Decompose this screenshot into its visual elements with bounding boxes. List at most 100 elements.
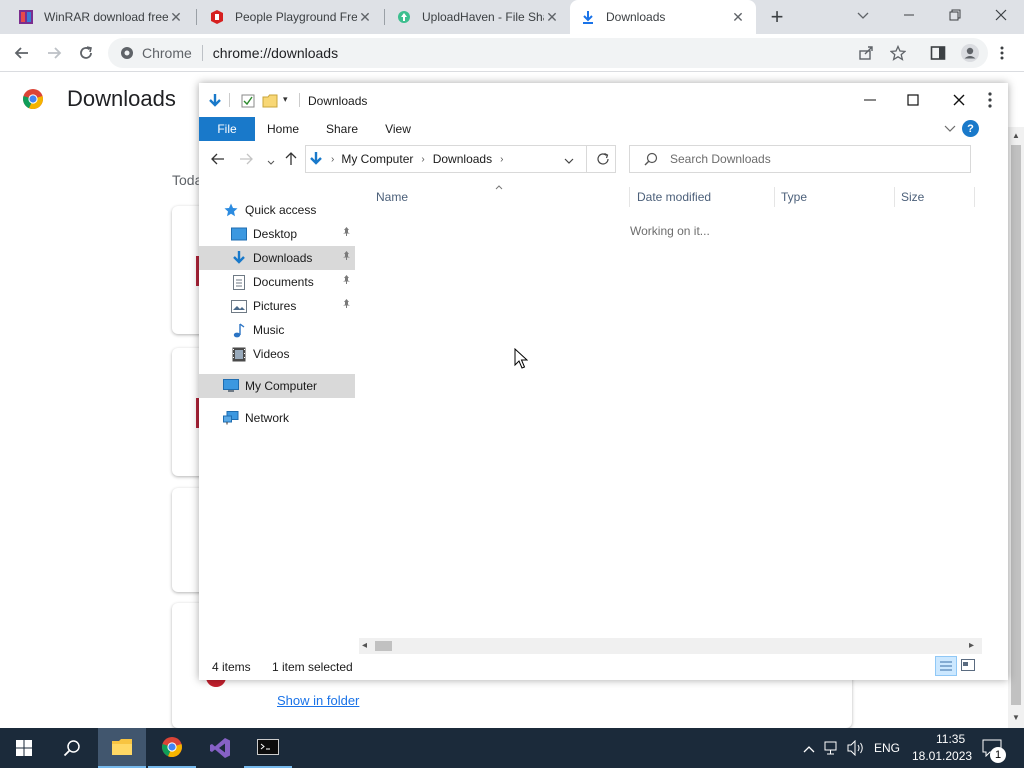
breadcrumb-my-computer[interactable]: My Computer [341, 152, 413, 166]
show-in-folder-link[interactable]: Show in folder [277, 693, 359, 708]
up-arrow-icon[interactable] [285, 152, 297, 169]
scroll-left-arrow-icon[interactable]: ◂ [362, 640, 367, 651]
nav-my-computer[interactable]: My Computer [199, 374, 355, 398]
column-header-date-modified[interactable]: Date modified [631, 187, 775, 207]
address-divider [201, 45, 203, 61]
close-icon[interactable]: ✕ [730, 9, 746, 26]
taskbar-app-chrome[interactable] [148, 728, 196, 768]
horizontal-scrollbar[interactable]: ◂ ▸ [359, 638, 982, 654]
properties-icon[interactable] [241, 94, 255, 111]
download-arrow-icon [231, 250, 247, 266]
close-icon[interactable]: ✕ [168, 9, 184, 26]
reload-button[interactable] [74, 42, 98, 64]
nav-label: Quick access [245, 203, 317, 217]
details-view-icon[interactable] [935, 656, 957, 676]
nav-item-downloads[interactable]: Downloads [199, 246, 355, 270]
more-vert-icon[interactable] [987, 92, 993, 111]
tab-home[interactable]: Home [257, 117, 309, 141]
volume-icon[interactable] [847, 739, 865, 759]
clock-date[interactable]: 18.01.2023 [912, 749, 972, 763]
back-arrow-icon[interactable] [211, 153, 225, 168]
tab-winrar[interactable]: WinRAR download free and support: WinRAR… [8, 0, 194, 34]
show-hidden-icons-chevron-icon[interactable] [803, 742, 815, 756]
restore-button[interactable] [932, 0, 978, 30]
download-icon [580, 9, 596, 25]
nav-label: Downloads [253, 251, 313, 265]
side-panel-button[interactable] [926, 42, 950, 64]
visual-studio-icon [210, 738, 230, 758]
music-icon [231, 322, 247, 338]
menu-button[interactable] [990, 42, 1014, 64]
close-icon[interactable]: ✕ [357, 9, 373, 26]
search-box[interactable]: Search Downloads [629, 145, 971, 173]
language-indicator[interactable]: ENG [874, 741, 900, 755]
nav-network[interactable]: Network [199, 406, 355, 430]
tab-view[interactable]: View [373, 117, 423, 141]
column-header-name[interactable]: Name [370, 187, 630, 207]
nav-label: Desktop [253, 227, 298, 241]
close-icon[interactable] [953, 94, 965, 109]
mouse-cursor-icon [514, 347, 529, 373]
tab-downloads[interactable]: Downloads ✕ [570, 0, 756, 34]
nav-item-music[interactable]: Music [199, 318, 355, 342]
taskbar-app-file-explorer[interactable] [98, 728, 146, 768]
back-button[interactable] [10, 42, 34, 64]
address-bar[interactable]: › My Computer › Downloads › [305, 145, 616, 173]
start-button[interactable] [0, 728, 48, 768]
share-button[interactable] [854, 42, 878, 64]
close-button[interactable] [978, 0, 1024, 30]
tab-file[interactable]: File [199, 117, 255, 141]
explorer-window: ▾ Downloads File Home Share View ? › My … [199, 83, 1008, 680]
tab-share[interactable]: Share [315, 117, 369, 141]
search-button[interactable] [48, 728, 96, 768]
large-icons-view-icon[interactable] [961, 659, 975, 674]
close-icon[interactable]: ✕ [544, 9, 560, 26]
refresh-icon[interactable] [596, 152, 610, 169]
expand-ribbon-icon[interactable] [944, 123, 956, 137]
ribbon-tabs: File Home Share View ? [199, 117, 1008, 141]
tab-search-button[interactable] [840, 0, 886, 30]
scroll-up-arrow-icon[interactable]: ▲ [1012, 131, 1020, 140]
maximize-icon[interactable] [907, 94, 919, 109]
nav-item-desktop[interactable]: Desktop [199, 222, 355, 246]
column-header-type[interactable]: Type [775, 187, 895, 207]
reload-icon [80, 46, 92, 59]
forward-arrow-icon[interactable] [239, 153, 253, 168]
page-scrollbar[interactable]: ▲ ▼ [1008, 127, 1024, 728]
new-folder-icon[interactable] [262, 94, 278, 111]
divider [229, 93, 230, 107]
taskbar-app-terminal[interactable] [244, 728, 292, 768]
minimize-icon [904, 14, 914, 16]
scroll-right-arrow-icon[interactable]: ▸ [969, 640, 974, 651]
scrollbar-thumb[interactable] [1011, 145, 1021, 705]
new-tab-button[interactable]: + [764, 4, 790, 30]
profile-button[interactable] [958, 42, 982, 64]
nav-quick-access[interactable]: Quick access [199, 198, 355, 222]
star-icon [223, 202, 239, 218]
recent-locations-chevron-icon[interactable] [267, 155, 275, 169]
network-status-icon[interactable] [824, 740, 840, 759]
status-message: Working on it... [630, 224, 710, 238]
scroll-down-arrow-icon[interactable]: ▼ [1012, 713, 1020, 722]
minimize-icon[interactable] [863, 93, 877, 110]
chevron-down-icon[interactable] [564, 155, 574, 169]
bookmark-button[interactable] [886, 42, 910, 64]
help-icon[interactable]: ? [962, 120, 979, 137]
network-icon [223, 410, 239, 426]
pin-icon [342, 251, 351, 263]
star-icon [890, 45, 906, 61]
breadcrumb-downloads[interactable]: Downloads [433, 152, 492, 166]
pin-icon [342, 275, 351, 287]
scrollbar-thumb[interactable] [375, 641, 392, 651]
forward-button[interactable] [42, 42, 66, 64]
minimize-button[interactable] [886, 0, 932, 30]
tab-uploadhaven[interactable]: UploadHaven - File Sharing ✕ [386, 0, 570, 34]
nav-item-videos[interactable]: Videos [199, 342, 355, 366]
clock-time[interactable]: 11:35 [936, 732, 965, 746]
nav-item-documents[interactable]: Documents [199, 270, 355, 294]
tab-people-playground[interactable]: People Playground Free Download ✕ [199, 0, 383, 34]
column-header-size[interactable]: Size [895, 187, 975, 207]
nav-item-pictures[interactable]: Pictures [199, 294, 355, 318]
quick-access-toolbar-dropdown-icon[interactable]: ▾ [283, 94, 288, 105]
taskbar-app-visual-studio[interactable] [196, 728, 244, 768]
